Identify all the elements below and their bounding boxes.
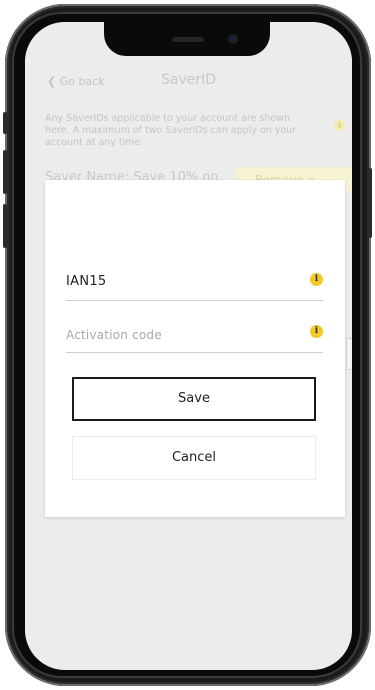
- info-icon[interactable]: i: [334, 120, 345, 131]
- activation-code-input[interactable]: Activation code: [66, 328, 162, 342]
- speaker-grille: [172, 37, 204, 42]
- camera-icon: [228, 34, 238, 44]
- cancel-button[interactable]: Cancel: [72, 436, 316, 480]
- info-icon[interactable]: i: [310, 273, 323, 286]
- phone-notch: [104, 22, 270, 56]
- info-text: Any SaverIDs applicable to your account …: [45, 113, 297, 148]
- saver-id-dialog: IAN15 i Activation code i Save Cancel: [45, 180, 345, 517]
- saver-id-field[interactable]: IAN15 i: [66, 266, 323, 301]
- phone-power-button: [368, 168, 372, 238]
- phone-volume-up: [3, 150, 7, 194]
- save-button[interactable]: Save: [72, 377, 316, 421]
- saver-id-input[interactable]: IAN15: [66, 274, 107, 289]
- page-title: SaverID: [160, 72, 217, 88]
- phone-volume-down: [3, 204, 7, 248]
- side-tab[interactable]: [346, 338, 352, 370]
- phone-silent-switch: [3, 112, 7, 134]
- phone-screen: ❮ Go back SaverID Any SaverIDs applicabl…: [25, 22, 352, 670]
- activation-code-field[interactable]: Activation code i: [66, 318, 323, 353]
- info-icon[interactable]: i: [310, 325, 323, 338]
